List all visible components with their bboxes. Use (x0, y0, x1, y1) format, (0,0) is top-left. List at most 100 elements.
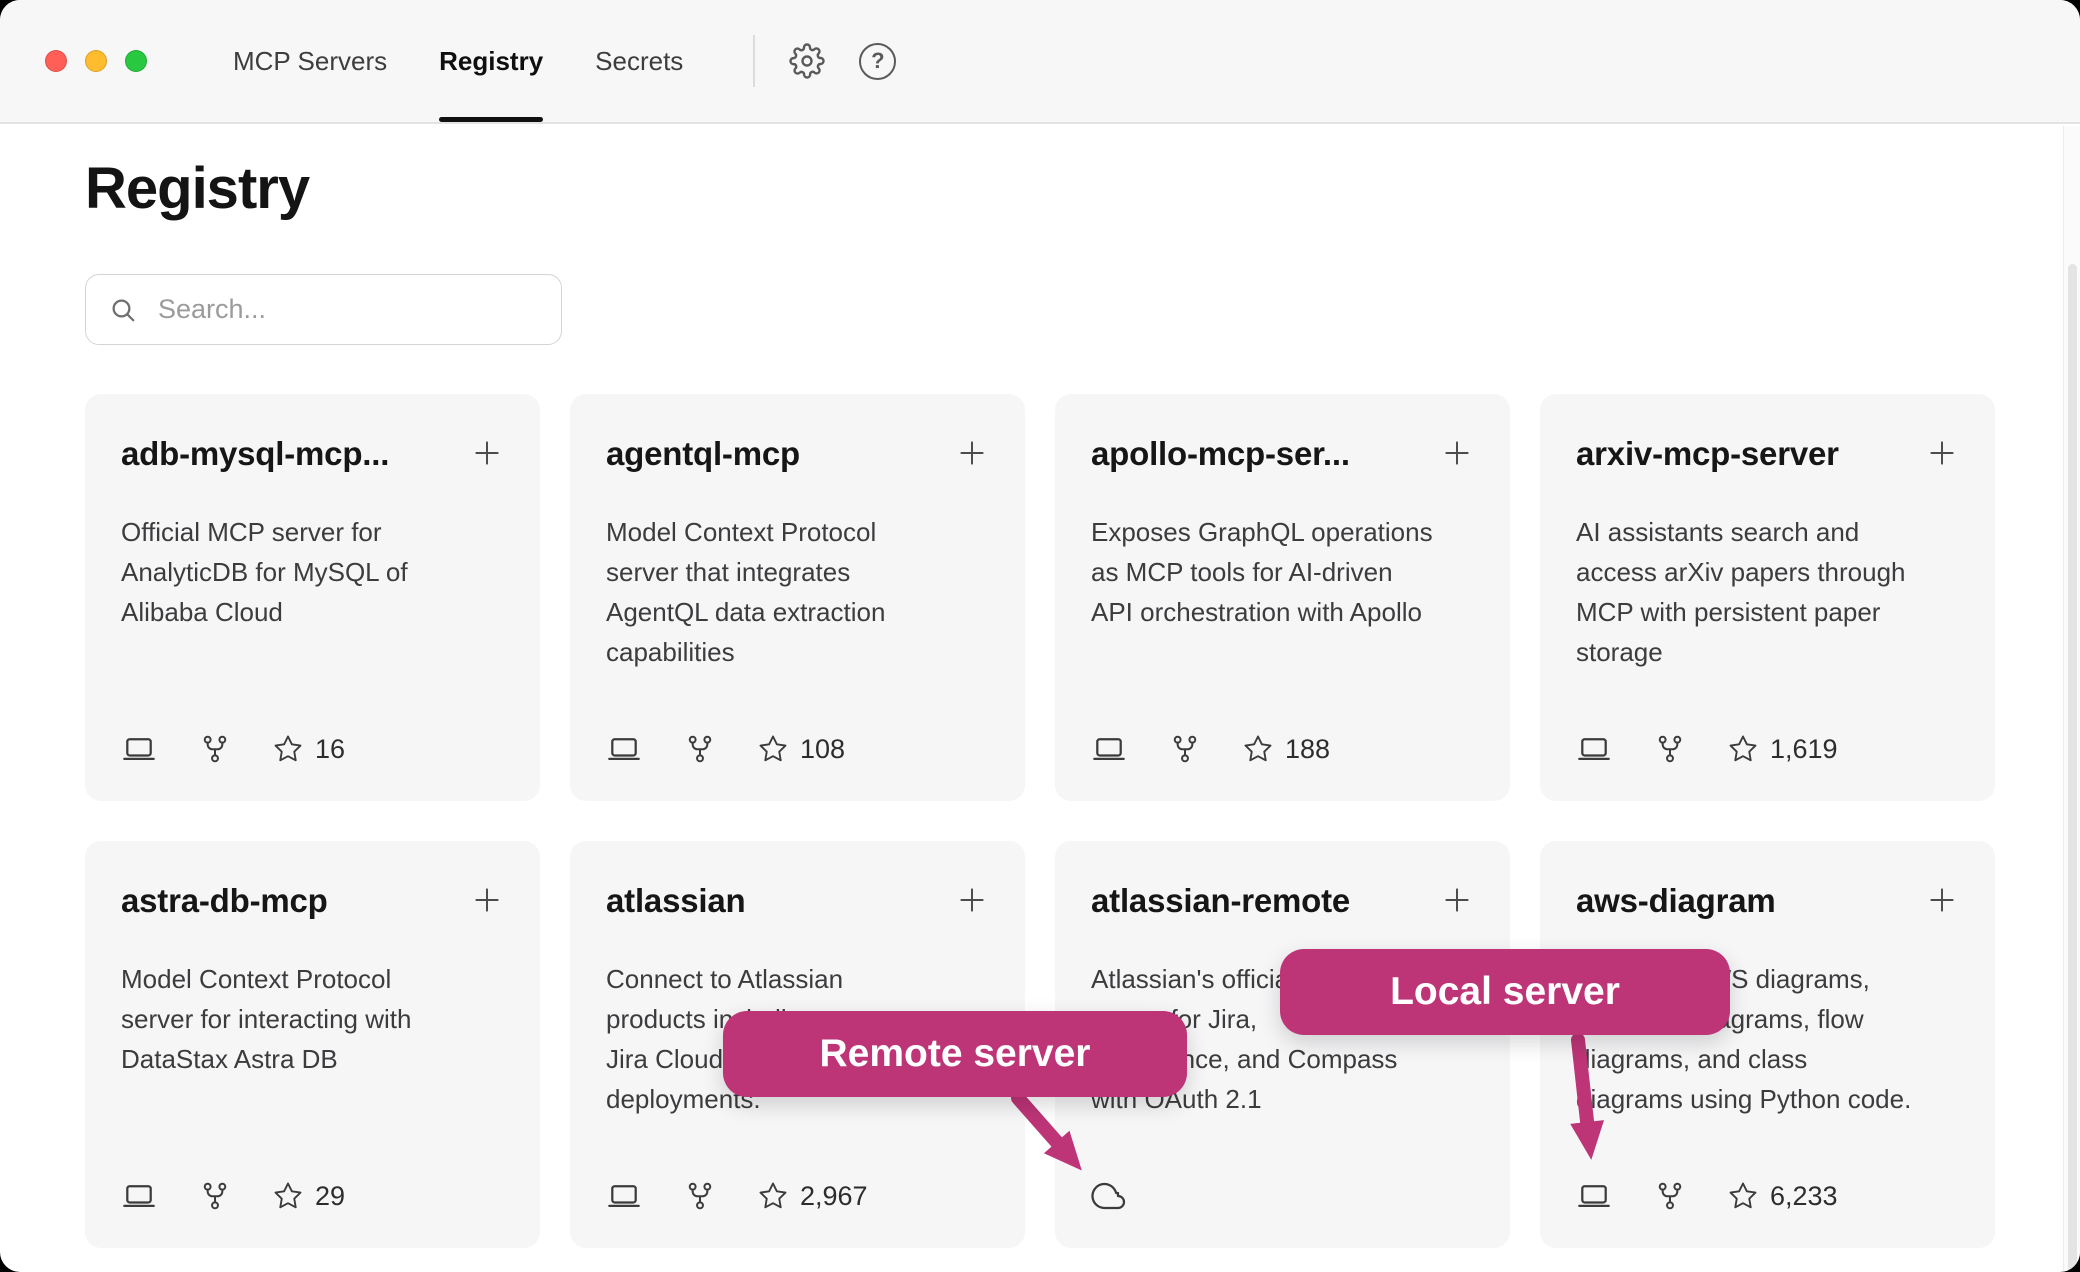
add-server-button[interactable] (470, 883, 504, 917)
traffic-lights (45, 50, 147, 72)
page-title: Registry (85, 154, 1995, 224)
star-count-value: 108 (800, 734, 845, 765)
add-server-button[interactable] (955, 883, 989, 917)
card-footer: 2,967 (606, 1178, 868, 1214)
star-count: 6,233 (1728, 1181, 1838, 1212)
card-footer (1091, 1178, 1127, 1214)
star-count-value: 6,233 (1770, 1181, 1838, 1212)
settings-button[interactable] (789, 43, 825, 79)
star-count-value: 188 (1285, 734, 1330, 765)
add-server-button[interactable] (1925, 883, 1959, 917)
plus-icon (470, 436, 504, 470)
star-count-value: 16 (315, 734, 345, 765)
git-fork-icon (1654, 733, 1686, 765)
tab-secrets[interactable]: Secrets (569, 0, 709, 122)
plus-icon (1440, 436, 1474, 470)
tab-registry[interactable]: Registry (413, 0, 569, 122)
server-name: adb-mysql-mcp... (121, 434, 389, 474)
star-icon (758, 1181, 788, 1211)
card-footer: 29 (121, 1178, 345, 1214)
laptop-icon (121, 731, 157, 767)
zoom-button[interactable] (125, 50, 147, 72)
git-fork-icon (1654, 1180, 1686, 1212)
laptop-icon (606, 1178, 642, 1214)
search-icon (108, 295, 138, 325)
star-count-value: 29 (315, 1181, 345, 1212)
server-card[interactable]: apollo-mcp-ser... Exposes GraphQL operat… (1055, 394, 1510, 801)
card-footer: 108 (606, 731, 845, 767)
add-server-button[interactable] (955, 436, 989, 470)
laptop-icon (606, 731, 642, 767)
server-name: astra-db-mcp (121, 881, 328, 921)
star-count-value: 2,967 (800, 1181, 868, 1212)
star-count-value: 1,619 (1770, 734, 1838, 765)
server-description: Official MCP server for AnalyticDB for M… (121, 512, 504, 632)
add-server-button[interactable] (470, 436, 504, 470)
star-icon (1728, 734, 1758, 764)
server-card[interactable]: adb-mysql-mcp... Official MCP server for… (85, 394, 540, 801)
server-name: arxiv-mcp-server (1576, 434, 1839, 474)
server-name: aws-diagram (1576, 881, 1776, 921)
gear-icon (789, 43, 825, 79)
server-card[interactable]: arxiv-mcp-server AI assistants search an… (1540, 394, 1995, 801)
titlebar: MCP Servers Registry Secrets ? (0, 0, 2080, 124)
search-box (85, 274, 562, 345)
minimize-button[interactable] (85, 50, 107, 72)
git-fork-icon (1169, 733, 1201, 765)
tab-mcp-servers[interactable]: MCP Servers (207, 0, 413, 122)
plus-icon (1925, 883, 1959, 917)
server-description: Model Context Protocol server that integ… (606, 512, 989, 672)
git-fork-icon (199, 733, 231, 765)
server-name: agentql-mcp (606, 434, 800, 474)
plus-icon (470, 883, 504, 917)
card-footer: 16 (121, 731, 345, 767)
main-tabs: MCP Servers Registry Secrets (207, 0, 709, 122)
local-server-callout: Local server (1280, 949, 1730, 1035)
server-name: atlassian (606, 881, 745, 921)
laptop-icon (121, 1178, 157, 1214)
add-server-button[interactable] (1440, 883, 1474, 917)
laptop-icon (1091, 731, 1127, 767)
server-name: atlassian-remote (1091, 881, 1350, 921)
star-count: 29 (273, 1181, 345, 1212)
plus-icon (955, 883, 989, 917)
server-card[interactable]: astra-db-mcp Model Context Protocol serv… (85, 841, 540, 1248)
star-icon (1728, 1181, 1758, 1211)
help-icon: ? (859, 43, 896, 80)
scrollbar-thumb[interactable] (2068, 264, 2077, 1272)
scrollbar-track (2063, 126, 2080, 1272)
star-count: 1,619 (1728, 734, 1838, 765)
star-count: 188 (1243, 734, 1330, 765)
plus-icon (1925, 436, 1959, 470)
star-count: 2,967 (758, 1181, 868, 1212)
star-count: 108 (758, 734, 845, 765)
server-card[interactable]: aws-diagram Generate AWS diagrams, seque… (1540, 841, 1995, 1248)
add-server-button[interactable] (1440, 436, 1474, 470)
plus-icon (955, 436, 989, 470)
card-footer: 188 (1091, 731, 1330, 767)
server-card[interactable]: agentql-mcp Model Context Protocol serve… (570, 394, 1025, 801)
card-footer: 6,233 (1576, 1178, 1838, 1214)
plus-icon (1440, 883, 1474, 917)
star-icon (1243, 734, 1273, 764)
git-fork-icon (684, 1180, 716, 1212)
server-description: AI assistants search and access arXiv pa… (1576, 512, 1959, 672)
add-server-button[interactable] (1925, 436, 1959, 470)
server-card-grid: adb-mysql-mcp... Official MCP server for… (85, 394, 1995, 1248)
toolbar-divider (753, 35, 755, 87)
git-fork-icon (684, 733, 716, 765)
server-description: Model Context Protocol server for intera… (121, 959, 504, 1079)
close-button[interactable] (45, 50, 67, 72)
cloud-icon (1091, 1178, 1127, 1214)
star-count: 16 (273, 734, 345, 765)
star-icon (273, 734, 303, 764)
card-footer: 1,619 (1576, 731, 1838, 767)
search-input[interactable] (156, 293, 539, 326)
server-name: apollo-mcp-ser... (1091, 434, 1350, 474)
app-window: MCP Servers Registry Secrets ? Registry (0, 0, 2080, 1272)
remote-server-callout: Remote server (723, 1011, 1187, 1097)
server-description: Exposes GraphQL operations as MCP tools … (1091, 512, 1474, 632)
star-icon (273, 1181, 303, 1211)
help-button[interactable]: ? (859, 43, 896, 80)
laptop-icon (1576, 731, 1612, 767)
